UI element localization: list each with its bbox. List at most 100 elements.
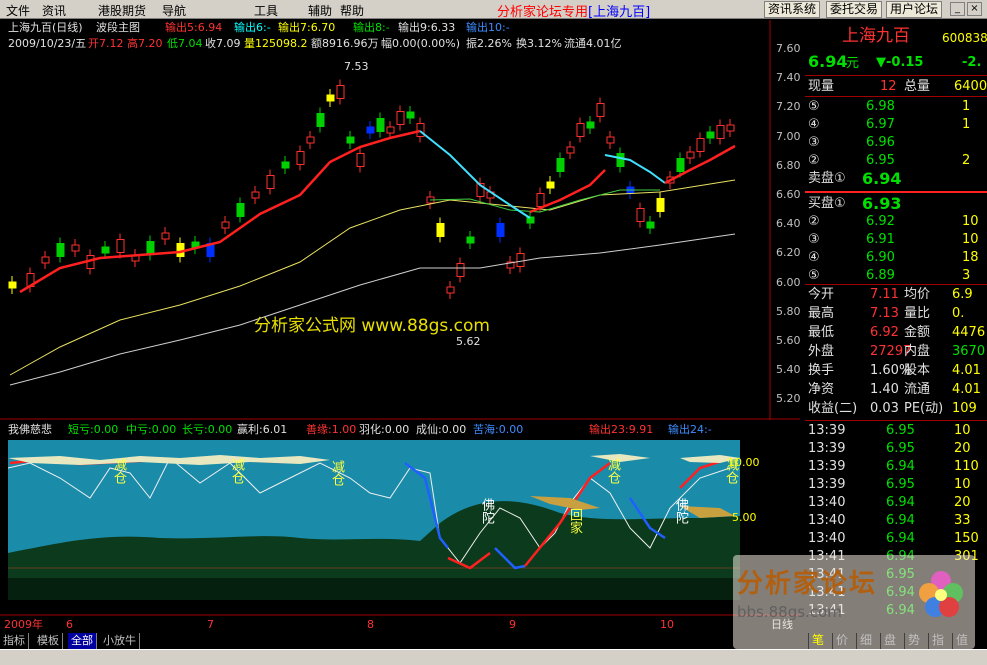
right-tab[interactable]: 价 bbox=[832, 633, 851, 649]
price-tick: 5.20 bbox=[776, 392, 801, 406]
forum-logo-text: 分析家论坛 bbox=[737, 569, 878, 599]
xianliang-value: 12 bbox=[880, 79, 897, 94]
right-tab[interactable]: 细 bbox=[856, 633, 875, 649]
low-label: 5.62 bbox=[456, 335, 481, 348]
stat-field: 0. bbox=[952, 306, 965, 321]
orderbook-level: 卖盘① bbox=[808, 171, 846, 186]
price-tick: 7.40 bbox=[776, 71, 801, 85]
stat-field: 4476 bbox=[952, 325, 986, 340]
tick-field: 6.94 bbox=[886, 513, 915, 528]
x-month-8: 8 bbox=[367, 618, 374, 631]
orderbook-level: ② bbox=[808, 153, 820, 168]
output23: 输出23:9.91 bbox=[589, 423, 654, 436]
stat-field: 最低 bbox=[808, 325, 835, 340]
close-icon[interactable]: × bbox=[967, 2, 982, 16]
stat-field: 今开 bbox=[808, 287, 835, 302]
sub-marker: 减仓 bbox=[111, 458, 126, 484]
peak-label: 7.53 bbox=[344, 60, 369, 73]
orderbook-volume: 1 bbox=[962, 99, 971, 114]
right-tab[interactable]: 势 bbox=[904, 633, 923, 649]
price-tick: 6.60 bbox=[776, 188, 801, 201]
tick-field: 6.94 bbox=[886, 459, 915, 474]
stat-field: 6.92 bbox=[870, 325, 899, 340]
candles bbox=[8, 79, 735, 299]
tab-all[interactable]: 全部 bbox=[68, 633, 97, 649]
flower-icon bbox=[919, 571, 963, 617]
orderbook-volume: 18 bbox=[962, 250, 979, 265]
tick-field: 6.95 bbox=[886, 441, 915, 456]
trade-button[interactable]: 委托交易 bbox=[826, 1, 883, 18]
zongliang-value: 6400 bbox=[954, 79, 987, 94]
price-tick: 6.80 bbox=[776, 158, 801, 172]
price-tick: 5.40 bbox=[776, 363, 801, 377]
tick-field: 13:39 bbox=[808, 459, 846, 474]
forum-button[interactable]: 用户论坛 bbox=[886, 1, 943, 18]
orderbook-price: 6.95 bbox=[866, 153, 895, 168]
tab-indicator[interactable]: 指标 bbox=[0, 633, 29, 649]
yuhua: 羽化:0.00 bbox=[359, 423, 410, 436]
zongliang-label: 总量 bbox=[904, 79, 931, 94]
price-change: ▼-0.15 bbox=[876, 55, 924, 70]
stock-name: 上海九百 bbox=[842, 26, 910, 46]
tick-field: 6.95 bbox=[886, 477, 915, 492]
xianliang-label: 现量 bbox=[808, 79, 835, 94]
tick-field: 20 bbox=[954, 495, 971, 510]
orderbook-level: ② bbox=[808, 214, 820, 229]
stat-field: 量比 bbox=[904, 306, 931, 321]
orderbook-volume: 10 bbox=[962, 214, 979, 229]
price-tick: 5.60 bbox=[776, 334, 801, 347]
long-loss: 长亏:0.00 bbox=[182, 423, 233, 436]
orderbook-price: 6.96 bbox=[866, 135, 895, 150]
tick-field: 20 bbox=[954, 441, 971, 456]
sub-marker: 减仓 bbox=[605, 458, 620, 484]
price-tick: 6.20 bbox=[776, 246, 801, 260]
orderbook-price: 6.97 bbox=[866, 117, 895, 132]
sub-y-5: 5.00 bbox=[732, 511, 757, 524]
price-tick: 5.80 bbox=[776, 304, 801, 318]
right-tab[interactable]: 盘 bbox=[880, 633, 899, 649]
tick-field: 13:39 bbox=[808, 477, 846, 492]
orderbook-volume: 2 bbox=[962, 153, 971, 168]
sub-marker: 减仓 bbox=[329, 460, 344, 486]
minimize-icon[interactable]: _ bbox=[950, 2, 965, 16]
tab-xiaofangniu[interactable]: 小放牛 bbox=[100, 633, 140, 649]
orderbook-price: 6.91 bbox=[866, 232, 895, 247]
stat-field: 6.9 bbox=[952, 287, 973, 302]
ma-cyan bbox=[419, 130, 531, 219]
sub-marker: 佛陀 bbox=[479, 498, 494, 524]
price-tick: 7.60 bbox=[776, 42, 801, 55]
stat-field: 0.03 bbox=[870, 401, 899, 416]
orderbook-volume: 3 bbox=[962, 268, 971, 283]
orderbook-price: 6.93 bbox=[862, 194, 902, 213]
stat-field: 7.13 bbox=[870, 306, 899, 321]
right-tab[interactable]: 指 bbox=[928, 633, 947, 649]
tick-field: 13:39 bbox=[808, 441, 846, 456]
orderbook-volume: 10 bbox=[962, 232, 979, 247]
stock-code: 600838 bbox=[942, 31, 987, 45]
x-year: 2009年 bbox=[4, 618, 43, 631]
sub-marker: 减仓 bbox=[229, 458, 244, 484]
price-tick: 6.40 bbox=[776, 217, 801, 231]
orderbook-level: 买盘① bbox=[808, 196, 846, 211]
tick-field: 110 bbox=[954, 459, 979, 474]
orderbook-level: ④ bbox=[808, 117, 820, 132]
price-unit: 元 bbox=[846, 56, 860, 71]
stat-field: 均价 bbox=[904, 287, 931, 302]
stat-field: 内盘 bbox=[904, 344, 931, 359]
stat-field: 1.40 bbox=[870, 382, 899, 397]
sub-marker: 佛陀 bbox=[673, 498, 688, 524]
tick-field: 6.94 bbox=[886, 495, 915, 510]
forum-url: bbs.88gs.com bbox=[737, 603, 842, 621]
ma-cyan2 bbox=[604, 154, 666, 184]
right-tab[interactable]: 笔 bbox=[808, 633, 827, 649]
tick-field: 150 bbox=[954, 531, 979, 546]
orderbook-level: ④ bbox=[808, 250, 820, 265]
right-tab[interactable]: 值 bbox=[952, 633, 971, 649]
sub-marker: 回家 bbox=[567, 508, 582, 534]
kuhai: 苦海:0.00 bbox=[473, 423, 524, 436]
x-month-7: 7 bbox=[207, 618, 214, 631]
last-price: 6.94 bbox=[808, 52, 848, 71]
tab-template[interactable]: 模板 bbox=[34, 633, 63, 649]
shanyuan: 善缘:1.00 bbox=[306, 423, 357, 436]
stat-field: 外盘 bbox=[808, 344, 835, 359]
